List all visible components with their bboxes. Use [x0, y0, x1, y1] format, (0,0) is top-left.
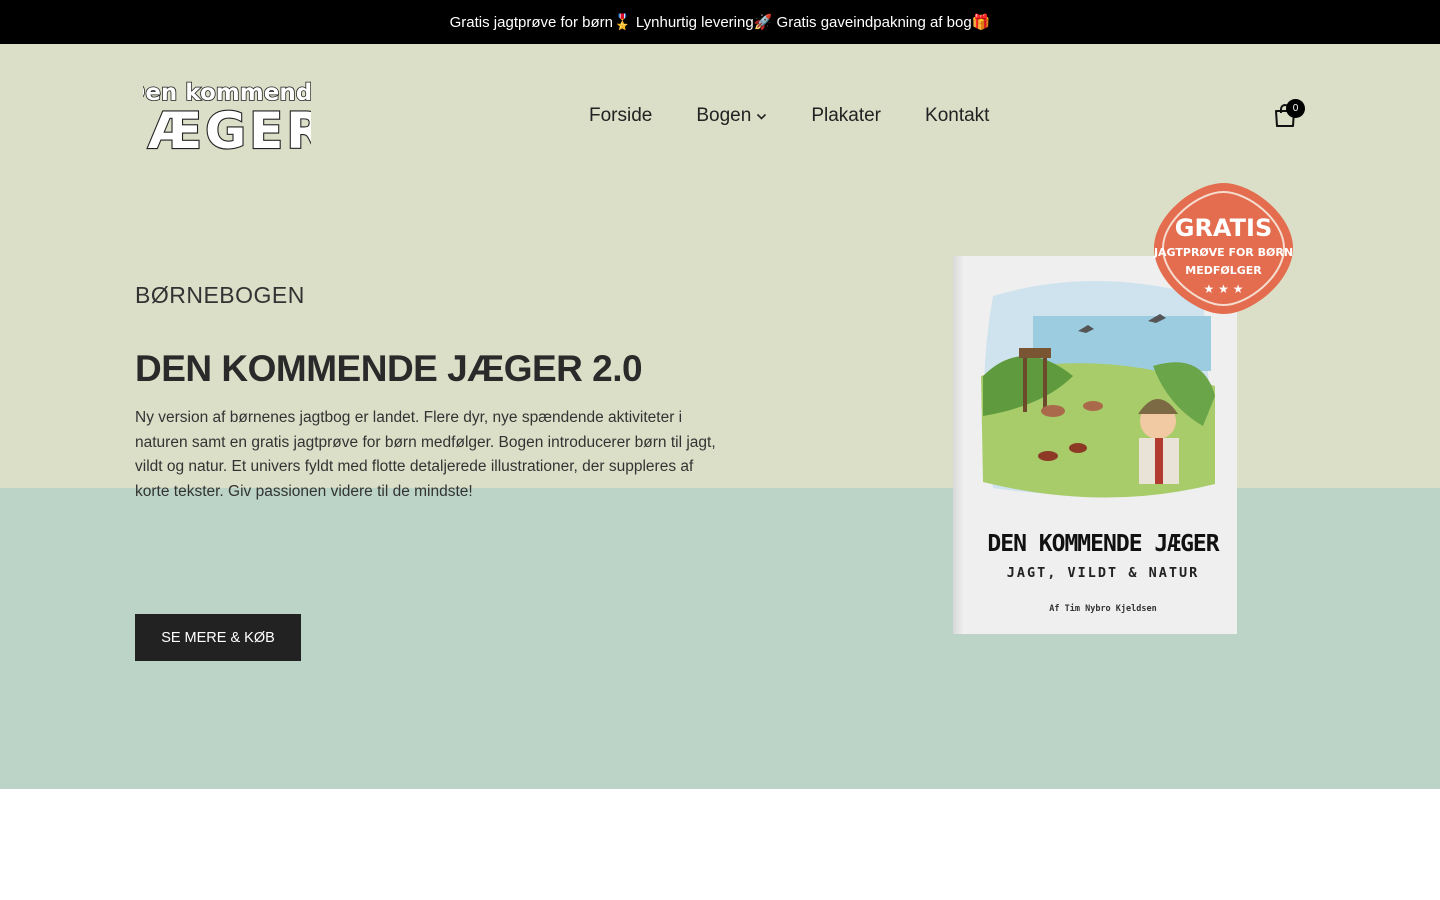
nav-item-label: Kontakt [925, 105, 990, 126]
nav-item-bogen[interactable]: Bogen [696, 105, 767, 127]
badge-stars-icon: ★ ★ ★ [1204, 282, 1244, 296]
announcement-bar: Gratis jagtprøve for børn🎖️ Lynhurtig le… [0, 0, 1440, 44]
book-subtitle: JAGT, VILDT & NATUR [1007, 565, 1199, 581]
free-hunting-test-badge: GRATIS JAGTPRØVE FOR BØRN MEDFØLGER ★ ★ … [1152, 181, 1295, 316]
badge-line3: MEDFØLGER [1185, 264, 1262, 277]
chevron-down-icon [756, 111, 767, 122]
cart-count-badge: 0 [1286, 99, 1305, 118]
nav-item-kontakt[interactable]: Kontakt [925, 105, 989, 127]
site-logo[interactable]: Den kommende JÆGER [143, 78, 311, 154]
hero-eyebrow: BØRNEBOGEN [135, 282, 305, 308]
book-author: Af Tim Nybro Kjeldsen [1049, 603, 1156, 614]
hero-headline: DEN KOMMENDE JÆGER 2.0 [135, 348, 643, 389]
main-navigation: Forside Bogen Plakater Kontakt [589, 101, 989, 131]
nav-item-plakater[interactable]: Plakater [811, 105, 881, 127]
announcement-text: Gratis jagtprøve for børn🎖️ Lynhurtig le… [449, 14, 991, 31]
badge-line1: GRATIS [1175, 214, 1272, 242]
nav-item-label: Plakater [811, 105, 882, 126]
badge-line2: JAGTPRØVE FOR BØRN [1153, 246, 1293, 259]
book-title: DEN KOMMENDE JÆGER [987, 531, 1219, 557]
see-more-buy-button[interactable]: SE MERE & KØB [135, 614, 301, 661]
hero-description: Ny version af børnenes jagtbog er landet… [135, 409, 716, 500]
nav-item-label: Forside [589, 105, 653, 126]
logo-line2: JÆGER [143, 102, 311, 154]
nav-item-forside[interactable]: Forside [589, 105, 652, 127]
nav-item-label: Bogen [696, 105, 752, 126]
